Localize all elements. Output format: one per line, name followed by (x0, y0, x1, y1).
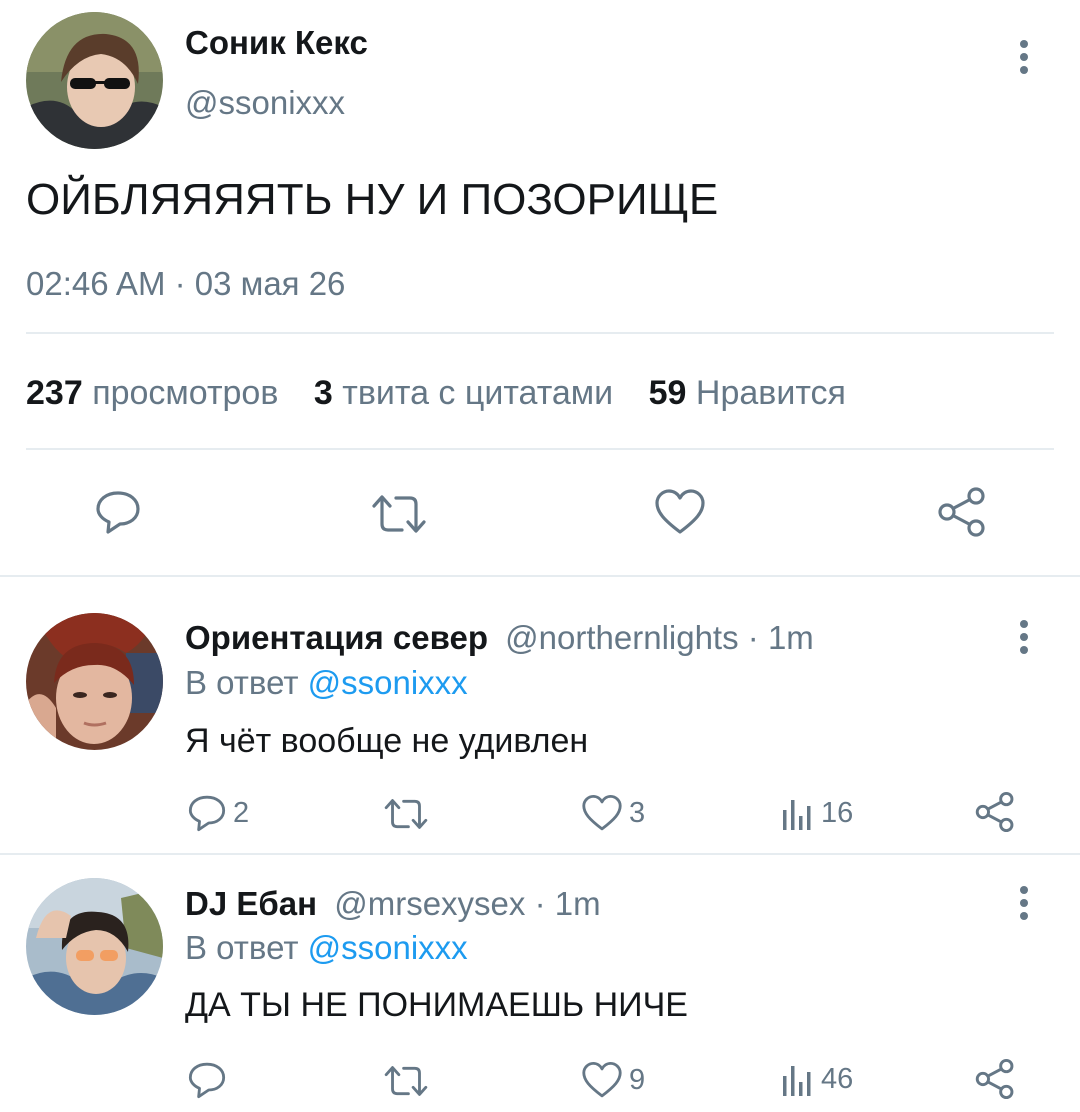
more-options-icon[interactable] (1019, 40, 1029, 74)
retweet-icon (372, 495, 426, 533)
like-button[interactable]: 3 (581, 794, 645, 832)
reply-to-handle[interactable]: @ssonixxx (308, 664, 468, 701)
tweet-timestamp: 02:46 AM · 03 мая 26 (26, 265, 346, 302)
reply-avatar[interactable] (26, 878, 163, 1015)
reply-author-name[interactable]: DJ Ебан (185, 885, 317, 922)
reply-author-handle[interactable]: @mrsexysex (334, 885, 525, 922)
more-options-icon[interactable] (1019, 886, 1029, 920)
author-handle[interactable]: @ssonixxx (185, 84, 345, 122)
reply-count: 2 (233, 796, 250, 829)
reply-header: DJ Ебан @mrsexysex · 1m (185, 885, 601, 923)
quotes-stat[interactable]: 3 твита с цитатами (314, 374, 623, 412)
like-count: 3 (629, 796, 646, 829)
like-button[interactable]: 9 (581, 1061, 645, 1099)
views-count: 46 (821, 1062, 854, 1095)
divider (26, 332, 1054, 334)
reply-text: Я чёт вообще не удивлен (185, 722, 589, 760)
analytics-icon (783, 1066, 811, 1096)
reply-to-line: В ответ @ssonixxx (185, 664, 468, 701)
reply-avatar[interactable] (26, 613, 163, 750)
heart-icon (582, 1061, 622, 1098)
more-options-icon[interactable] (1019, 620, 1029, 654)
reply-time: · 1m (747, 619, 814, 656)
reply-icon (188, 1062, 226, 1099)
section-divider (0, 575, 1080, 577)
retweet-icon (384, 799, 428, 829)
heart-icon (655, 489, 705, 534)
reply-header: Ориентация север @northernlights · 1m (185, 619, 814, 657)
divider (26, 448, 1054, 450)
views-stat[interactable]: 237 просмотров (26, 374, 288, 412)
reply-author-name[interactable]: Ориентация север (185, 619, 488, 656)
author-avatar[interactable] (26, 12, 163, 149)
share-button[interactable] (974, 1058, 1016, 1100)
tweet-text: ОЙБЛЯЯЯЯТЬ НУ И ПОЗОРИЩЕ (26, 175, 719, 224)
views-button[interactable]: 16 (781, 794, 853, 832)
share-icon (938, 487, 985, 537)
retweet-icon (384, 1066, 428, 1096)
share-icon (975, 791, 1014, 833)
views-button[interactable]: 46 (781, 1060, 853, 1098)
share-button[interactable] (936, 486, 988, 538)
share-button[interactable] (974, 791, 1016, 833)
retweet-button[interactable] (383, 796, 435, 832)
reply-to-line: В ответ @ssonixxx (185, 929, 468, 966)
reply-text: ДА ТЫ НЕ ПОНИМАЕШЬ НИЧЕ (185, 986, 688, 1024)
likes-stat[interactable]: 59 Нравится (649, 374, 846, 412)
section-divider (0, 853, 1080, 855)
heart-icon (582, 794, 622, 831)
retweet-button[interactable] (370, 492, 428, 536)
reply-to-handle[interactable]: @ssonixxx (308, 929, 468, 966)
like-button[interactable] (654, 488, 706, 536)
reply-time: · 1m (534, 885, 601, 922)
reply-icon (188, 795, 226, 832)
retweet-button[interactable] (383, 1063, 435, 1099)
author-name[interactable]: Соник Кекс (185, 24, 368, 62)
reply-icon (96, 491, 140, 534)
reply-button[interactable]: 2 (187, 793, 249, 833)
like-count: 9 (629, 1063, 646, 1096)
share-icon (975, 1058, 1014, 1100)
views-count: 16 (821, 796, 854, 829)
reply-author-handle[interactable]: @northernlights (505, 619, 738, 656)
reply-button[interactable] (187, 1060, 233, 1100)
analytics-icon (783, 800, 811, 830)
tweet-stats: 237 просмотров 3 твита с цитатами 59 Нра… (26, 374, 846, 413)
reply-button[interactable] (94, 488, 142, 536)
